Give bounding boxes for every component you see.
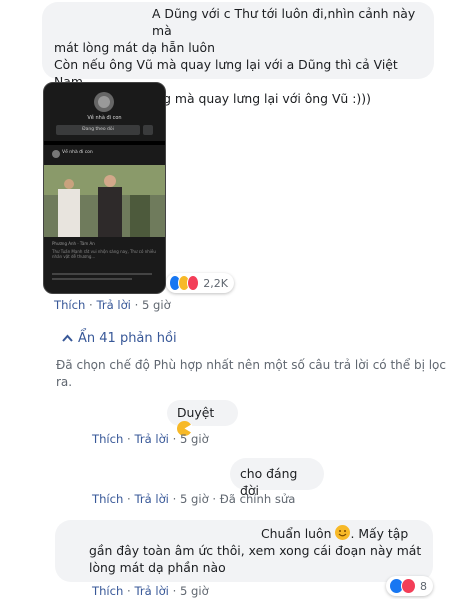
filter-note-line: ra. — [56, 375, 73, 389]
reaction-count: 8 — [420, 579, 427, 593]
timestamp: 5 giờ — [141, 298, 171, 312]
reply-bubble: Duyệt — [167, 400, 238, 436]
comment-attachment-image[interactable]: Về nhà đi con Đang theo dõi Về nhà đi co… — [43, 82, 166, 294]
post-text: Thư Tuấn Mạnh rất vui nhộn sáng nay, Thư… — [52, 249, 156, 259]
reply-bubble: Chuẩn luôn . Mấy tập gần đây toàn âm ức … — [55, 520, 433, 582]
like-link[interactable]: Thích — [92, 432, 123, 446]
comment-actions: Thích · Trả lời · 5 giờ — [54, 298, 171, 312]
follow-button[interactable]: Đang theo dõi — [56, 125, 140, 135]
reply-bubble: cho đáng đời — [230, 458, 324, 498]
reply-text-line: lòng mát dạ phần nào — [89, 560, 226, 575]
post-title: Về nhà đi con — [62, 150, 93, 155]
love-icon — [187, 275, 200, 291]
like-link[interactable]: Thích — [92, 584, 123, 598]
comment-text-line: mát lòng mát dạ hẵn luôn — [54, 40, 215, 55]
timestamp: 5 giờ — [179, 432, 209, 446]
hide-replies-button[interactable]: Ẩn 41 phản hồi — [62, 331, 177, 346]
reply-actions: Thích · Trả lời · 5 giờ — [92, 584, 209, 598]
filter-note: Đã chọn chế độ Phù hợp nhất nên một số c… — [56, 357, 461, 391]
post-text: Phương Anh · Tâm An — [52, 241, 95, 246]
comment-bubble: A Dũng với c Thư tới luôn đi,nhìn cảnh n… — [42, 2, 434, 106]
like-link[interactable]: Thích — [54, 298, 85, 312]
reply-link[interactable]: Trả lời — [134, 584, 168, 598]
chevron-up-icon — [62, 334, 73, 342]
hide-replies-label: Ẩn 41 phản hồi — [78, 331, 177, 346]
reply-text: Duyệt — [177, 405, 215, 420]
follow-label: Đang theo dõi — [82, 127, 114, 132]
love-icon — [401, 578, 416, 594]
reply-text: . Mấy tập — [350, 526, 409, 541]
avatar — [94, 92, 114, 112]
post-photo — [44, 165, 165, 237]
reaction-summary[interactable]: 8 — [386, 576, 433, 596]
timestamp: 5 giờ — [179, 492, 209, 506]
timestamp: 5 giờ — [179, 584, 209, 598]
reaction-count: 2,2K — [203, 276, 228, 290]
more-button[interactable] — [143, 125, 153, 135]
edited-label: Đã chỉnh sửa — [219, 492, 296, 506]
reply-actions: Thích · Trả lời · 5 giờ — [92, 432, 209, 446]
smile-emoji-icon — [335, 525, 351, 540]
filter-note-line: Đã chọn chế độ Phù hợp nhất nên một số c… — [56, 358, 446, 372]
reaction-summary[interactable]: 2,2K — [166, 273, 234, 293]
reply-text: Chuẩn luôn — [261, 526, 332, 541]
comment-text-line: A Dũng với c Thư tới luôn đi,nhìn cảnh n… — [152, 6, 416, 38]
reply-link[interactable]: Trả lời — [96, 298, 130, 312]
like-link[interactable]: Thích — [92, 492, 123, 506]
reply-actions: Thích · Trả lời · 5 giờ · Đã chỉnh sửa — [92, 492, 296, 506]
reply-link[interactable]: Trả lời — [134, 492, 168, 506]
profile-name: Về nhà đi con — [87, 115, 122, 121]
reply-link[interactable]: Trả lời — [134, 432, 168, 446]
post-avatar — [52, 150, 60, 158]
reply-text-line: gần đây toàn âm ức thôi, xem xong cái đo… — [89, 543, 422, 558]
